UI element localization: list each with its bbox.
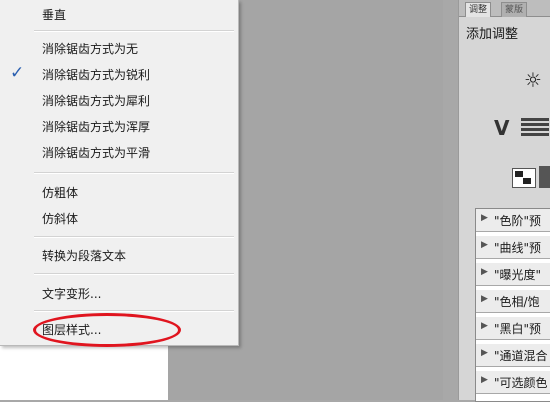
preset-row-levels[interactable]: ▶ "色阶"预 <box>476 209 550 232</box>
expand-arrow-icon: ▶ <box>481 213 488 223</box>
menu-item-label: 消除锯齿方式为平滑 <box>42 146 151 160</box>
tab-adjustments[interactable]: 调整 <box>465 2 492 17</box>
preset-label: "曝光度" <box>494 268 542 282</box>
menu-item-faux-italic[interactable]: 仿斜体 <box>0 206 236 230</box>
menu-item-antialias-smooth[interactable]: 消除锯齿方式为平滑 <box>0 140 236 164</box>
menu-item-label: 消除锯齿方式为无 <box>42 42 139 56</box>
menu-separator <box>34 30 234 32</box>
workspace-background <box>238 0 443 400</box>
preset-label: "通道混合 <box>494 349 548 363</box>
annotation-ellipse <box>33 313 181 347</box>
selective-swatch-icon[interactable] <box>512 168 536 188</box>
menu-item-antialias-strong[interactable]: 消除锯齿方式为浑厚 <box>0 114 236 138</box>
menu-item-label: 消除锯齿方式为锐利 <box>42 68 151 82</box>
menu-item-faux-bold[interactable]: 仿粗体 <box>0 180 236 204</box>
preset-label: "色阶"预 <box>494 214 542 228</box>
preset-list: ▶ "色阶"预 ▶ "曲线"预 ▶ "曝光度" ▶ "色相/饱 ▶ "黑白"预 … <box>475 208 550 402</box>
preset-label: "黑白"预 <box>494 322 542 336</box>
expand-arrow-icon: ▶ <box>481 240 488 250</box>
vibrance-icon[interactable]: V <box>494 118 514 138</box>
menu-item-label: 消除锯齿方式为浑厚 <box>42 120 151 134</box>
menu-item-vertical[interactable]: 垂直 <box>0 2 236 26</box>
expand-arrow-icon: ▶ <box>481 267 488 277</box>
brightness-icon[interactable]: ☼ <box>523 70 543 90</box>
expand-arrow-icon: ▶ <box>481 348 488 358</box>
menu-item-label: 转换为段落文本 <box>42 249 127 263</box>
menu-item-label: 仿斜体 <box>42 212 79 226</box>
menu-item-warp-text[interactable]: 文字变形... <box>0 281 236 305</box>
expand-arrow-icon: ▶ <box>481 321 488 331</box>
tab-masks[interactable]: 蒙版 <box>501 2 528 17</box>
workspace-background-strip <box>168 345 238 400</box>
preset-row-channel-mixer[interactable]: ▶ "通道混合 <box>476 344 550 367</box>
levels-bars-icon[interactable] <box>521 118 549 138</box>
adjustments-panel: 调整 蒙版 添加调整 ☼ V ▶ "色阶"预 ▶ "曲线"预 ▶ "曝光度" ▶… <box>458 0 550 402</box>
checkmark-icon: ✓ <box>10 63 25 83</box>
menu-item-antialias-crisp[interactable]: 消除锯齿方式为犀利 <box>0 88 236 112</box>
menu-item-label: 文字变形... <box>42 287 102 301</box>
menu-item-antialias-sharp[interactable]: ✓ 消除锯齿方式为锐利 <box>0 62 236 86</box>
preset-row-hue-saturation[interactable]: ▶ "色相/饱 <box>476 290 550 313</box>
menu-separator <box>34 310 234 312</box>
menu-item-label: 垂直 <box>42 8 67 22</box>
gradient-map-icon[interactable] <box>539 166 550 188</box>
menu-item-antialias-none[interactable]: 消除锯齿方式为无 <box>0 36 236 60</box>
document-canvas <box>0 345 168 400</box>
preset-label: "可选颜色 <box>494 376 548 390</box>
preset-row-exposure[interactable]: ▶ "曝光度" <box>476 263 550 286</box>
menu-item-convert-paragraph[interactable]: 转换为段落文本 <box>0 243 236 267</box>
context-menu: 垂直 消除锯齿方式为无 ✓ 消除锯齿方式为锐利 消除锯齿方式为犀利 消除锯齿方式… <box>0 0 239 346</box>
menu-separator <box>34 172 234 174</box>
menu-item-label: 仿粗体 <box>42 186 79 200</box>
expand-arrow-icon: ▶ <box>481 375 488 385</box>
preset-row-curves[interactable]: ▶ "曲线"预 <box>476 236 550 259</box>
menu-separator <box>34 273 234 275</box>
expand-arrow-icon: ▶ <box>481 294 488 304</box>
panel-tab-bar: 调整 蒙版 <box>459 0 550 17</box>
menu-item-label: 消除锯齿方式为犀利 <box>42 94 151 108</box>
preset-label: "曲线"预 <box>494 241 542 255</box>
preset-row-selective-color[interactable]: ▶ "可选颜色 <box>476 371 550 394</box>
preset-row-black-white[interactable]: ▶ "黑白"预 <box>476 317 550 340</box>
panel-title: 添加调整 <box>466 27 519 42</box>
menu-separator <box>34 236 234 238</box>
preset-label: "色相/饱 <box>494 295 540 309</box>
